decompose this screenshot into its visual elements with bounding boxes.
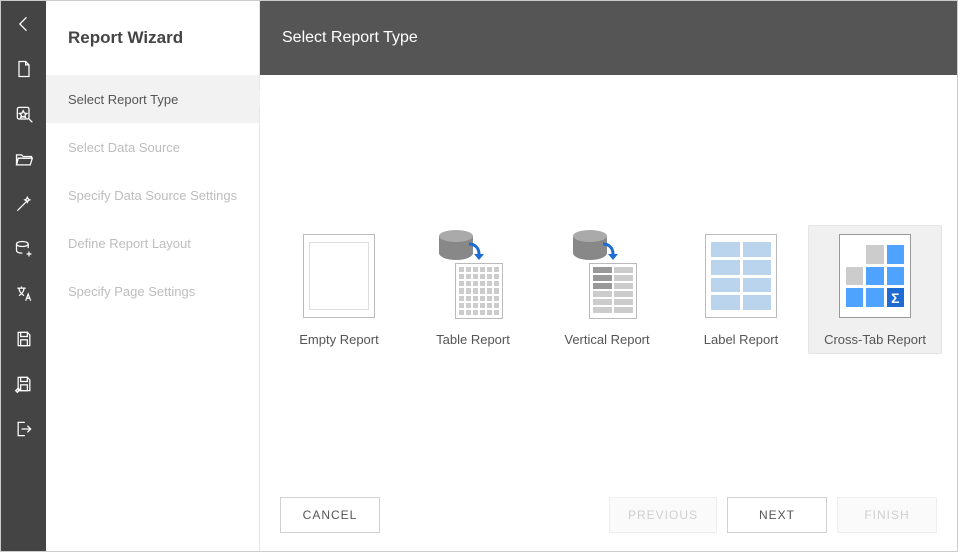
step-label: Specify Page Settings <box>68 284 195 299</box>
crosstab-report-icon: Σ <box>839 234 911 318</box>
exit-icon <box>14 419 34 439</box>
table-report-icon <box>437 234 509 318</box>
finish-button: FINISH <box>837 497 937 533</box>
previous-button: PREVIOUS <box>609 497 717 533</box>
language-icon <box>14 284 34 304</box>
next-button[interactable]: NEXT <box>727 497 827 533</box>
wizard-button[interactable] <box>1 181 46 226</box>
step-label: Specify Data Source Settings <box>68 188 237 203</box>
wand-icon <box>14 194 34 214</box>
wizard-footer: CANCEL PREVIOUS NEXT FINISH <box>260 479 957 551</box>
page-title: Select Report Type <box>260 1 957 75</box>
option-label: Empty Report <box>299 332 378 347</box>
search-button[interactable] <box>1 91 46 136</box>
option-vertical-report[interactable]: Vertical Report <box>540 225 674 354</box>
step-label: Select Data Source <box>68 140 180 155</box>
add-datasource-button[interactable] <box>1 226 46 271</box>
save-as-icon <box>14 374 34 394</box>
wizard-step-sidebar: Report Wizard Select Report Type Select … <box>46 1 260 551</box>
option-label: Label Report <box>704 332 778 347</box>
chevron-left-icon <box>14 14 34 34</box>
new-report-button[interactable] <box>1 46 46 91</box>
open-button[interactable] <box>1 136 46 181</box>
report-wizard-window: Report Wizard Select Report Type Select … <box>0 0 958 552</box>
left-toolbar <box>1 1 46 551</box>
localization-button[interactable] <box>1 271 46 316</box>
vertical-report-icon <box>571 234 643 318</box>
step-select-report-type[interactable]: Select Report Type <box>46 75 259 123</box>
option-label: Table Report <box>436 332 510 347</box>
label-report-icon <box>705 234 777 318</box>
option-label-report[interactable]: Label Report <box>674 225 808 354</box>
folder-open-icon <box>14 149 34 169</box>
option-label: Vertical Report <box>564 332 649 347</box>
save-as-button[interactable] <box>1 361 46 406</box>
file-icon <box>14 59 34 79</box>
save-button[interactable] <box>1 316 46 361</box>
back-button[interactable] <box>1 1 46 46</box>
option-table-report[interactable]: Table Report <box>406 225 540 354</box>
wizard-title: Report Wizard <box>46 1 259 75</box>
step-select-data-source[interactable]: Select Data Source <box>46 123 259 171</box>
database-add-icon <box>14 239 34 259</box>
step-specify-data-source-settings[interactable]: Specify Data Source Settings <box>46 171 259 219</box>
option-label: Cross-Tab Report <box>824 332 926 347</box>
exit-button[interactable] <box>1 406 46 451</box>
step-label: Select Report Type <box>68 92 178 107</box>
report-type-options: Empty Report Tabl <box>260 75 957 354</box>
empty-report-icon <box>303 234 375 318</box>
step-label: Define Report Layout <box>68 236 191 251</box>
step-define-report-layout[interactable]: Define Report Layout <box>46 219 259 267</box>
option-empty-report[interactable]: Empty Report <box>272 225 406 354</box>
wizard-main-panel: Select Report Type Empty Report <box>260 1 957 551</box>
save-icon <box>14 329 34 349</box>
search-star-icon <box>14 104 34 124</box>
step-specify-page-settings[interactable]: Specify Page Settings <box>46 267 259 315</box>
option-crosstab-report[interactable]: Σ Cross-Tab Report <box>808 225 942 354</box>
wizard-step-list: Select Report Type Select Data Source Sp… <box>46 75 259 315</box>
cancel-button[interactable]: CANCEL <box>280 497 380 533</box>
